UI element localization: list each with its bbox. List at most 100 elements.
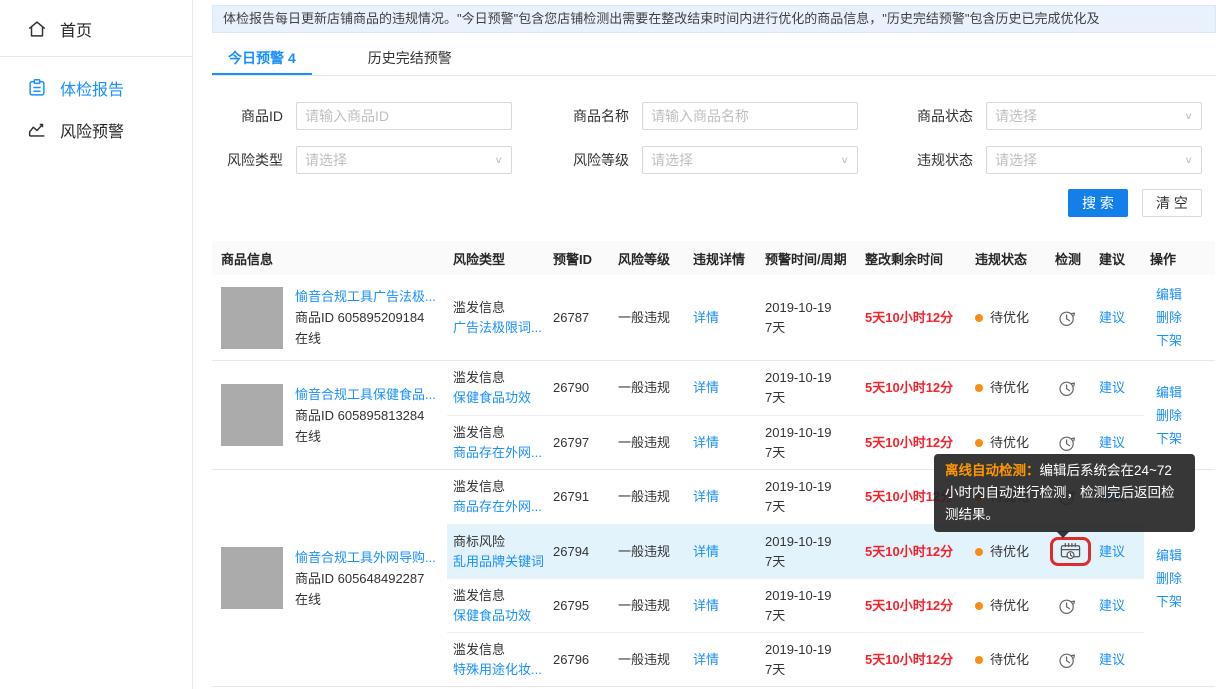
risk-row: 商标风险乱用品牌关键词26794一般违规详情2019-10-197天5天10小时…: [447, 524, 1144, 578]
main-content: 体检报告每日更新店铺商品的违规情况。"今日预警"包含您店铺检测出需要在整改结束时…: [193, 0, 1216, 689]
risk-type-cell: 滥发信息广告法极限词...: [447, 298, 547, 338]
sidebar-item-risk-warning[interactable]: 风险预警: [0, 109, 192, 151]
warning-id: 26790: [547, 378, 612, 398]
sidebar-item-report[interactable]: 体检报告: [0, 67, 192, 109]
detail-link[interactable]: 详情: [693, 652, 719, 667]
filter-select[interactable]: 请选择∨: [642, 146, 858, 174]
action-edit-link[interactable]: 编辑: [1156, 283, 1215, 306]
action-delete-link[interactable]: 删除: [1156, 567, 1215, 590]
history-clock-icon[interactable]: [1057, 378, 1077, 398]
filter-select[interactable]: 请选择∨: [986, 102, 1202, 130]
tab-history-warnings-label: 历史完结预警: [368, 50, 452, 66]
calendar-clock-icon[interactable]: [1058, 541, 1083, 562]
sidebar-item-home[interactable]: 首页: [0, 8, 192, 50]
suggestion-link[interactable]: 建议: [1099, 544, 1125, 559]
warning-time-cell: 2019-10-197天: [759, 368, 859, 408]
history-clock-icon[interactable]: [1057, 308, 1077, 328]
filter-field-3: 风险类型请选择∨: [212, 146, 512, 174]
sidebar-item-label: 首页: [60, 17, 92, 41]
actions-cell: 编辑删除下架: [1144, 361, 1215, 469]
detect-cell: [1049, 537, 1093, 566]
violation-detail-cell: 详情: [687, 378, 759, 398]
remaining-time: 5天10小时12分: [859, 308, 969, 328]
tab-bar: 今日预警4 历史完结预警: [212, 40, 1216, 76]
risk-subtype-link[interactable]: 商品存在外网...: [453, 497, 547, 517]
suggestion-cell: 建议: [1093, 596, 1144, 616]
chevron-down-icon: ∨: [494, 154, 503, 165]
risk-subtype-link[interactable]: 乱用品牌关键词: [453, 552, 547, 572]
history-clock-icon[interactable]: [1057, 433, 1077, 453]
column-header: 商品信息: [212, 249, 447, 268]
tab-today-warnings[interactable]: 今日预警4: [212, 40, 312, 75]
suggestion-link[interactable]: 建议: [1099, 380, 1125, 395]
search-button[interactable]: 搜 索: [1068, 189, 1128, 217]
product-title-link[interactable]: 愉音合规工具外网导购...: [295, 547, 436, 568]
status-text: 待优化: [990, 433, 1029, 453]
warning-period: 7天: [765, 388, 859, 408]
column-header: 违规状态: [969, 249, 1049, 268]
risk-level: 一般违规: [612, 542, 687, 562]
column-header: 预警时间/周期: [759, 249, 859, 268]
filter-select[interactable]: 请选择∨: [986, 146, 1202, 174]
action-unlist-link[interactable]: 下架: [1156, 329, 1215, 352]
detail-link[interactable]: 详情: [693, 310, 719, 325]
product-cell: 愉音合规工具外网导购...商品ID 605648492287在线: [212, 470, 447, 686]
detail-link[interactable]: 详情: [693, 380, 719, 395]
suggestion-link[interactable]: 建议: [1099, 652, 1125, 667]
warning-period: 7天: [765, 552, 859, 572]
tab-history-warnings[interactable]: 历史完结预警: [352, 40, 468, 75]
product-image-placeholder: [221, 384, 283, 446]
risk-row: 滥发信息特殊用途化妆...26796一般违规详情2019-10-197天5天10…: [447, 632, 1144, 686]
chevron-down-icon: ∨: [1184, 110, 1193, 121]
warning-period: 7天: [765, 497, 859, 517]
warning-id: 26795: [547, 596, 612, 616]
history-clock-icon[interactable]: [1057, 650, 1077, 670]
status-dot: [975, 602, 983, 610]
detail-link[interactable]: 详情: [693, 435, 719, 450]
action-delete-link[interactable]: 删除: [1156, 404, 1215, 427]
report-icon: [26, 77, 48, 99]
warning-time-cell: 2019-10-197天: [759, 298, 859, 338]
filter-text-input[interactable]: [651, 108, 849, 124]
risk-subtype-link[interactable]: 特殊用途化妆...: [453, 660, 547, 680]
warning-id: 26794: [547, 542, 612, 562]
home-icon: [26, 18, 48, 40]
filter-select[interactable]: 请选择∨: [296, 146, 512, 174]
action-delete-link[interactable]: 删除: [1156, 306, 1215, 329]
suggestion-cell: 建议: [1093, 378, 1144, 398]
action-edit-link[interactable]: 编辑: [1156, 544, 1215, 567]
table-header-row: 商品信息风险类型预警ID风险等级违规详情预警时间/周期整改剩余时间违规状态检测建…: [212, 241, 1215, 275]
risk-level: 一般违规: [612, 308, 687, 328]
risk-subtype-link[interactable]: 保健食品功效: [453, 388, 547, 408]
filter-text-input[interactable]: [305, 108, 503, 124]
risk-category: 滥发信息: [453, 477, 547, 497]
warning-date: 2019-10-19: [765, 586, 859, 606]
tab-today-warnings-label: 今日预警: [228, 50, 284, 66]
risk-subtype-link[interactable]: 保健食品功效: [453, 606, 547, 626]
status-text: 待优化: [990, 308, 1029, 328]
suggestion-link[interactable]: 建议: [1099, 310, 1125, 325]
remaining-time: 5天10小时12分: [859, 650, 969, 670]
risk-level: 一般违规: [612, 596, 687, 616]
product-title-link[interactable]: 愉音合规工具广告法极...: [295, 286, 436, 307]
filter-label: 违规状态: [917, 150, 973, 170]
action-unlist-link[interactable]: 下架: [1156, 427, 1215, 450]
sidebar-item-label: 体检报告: [60, 76, 124, 100]
clear-button[interactable]: 清 空: [1142, 189, 1202, 217]
warning-period: 7天: [765, 443, 859, 463]
history-clock-icon[interactable]: [1057, 596, 1077, 616]
suggestion-cell: 建议: [1093, 433, 1144, 453]
product-id: 商品ID 605895209184: [295, 307, 436, 328]
suggestion-link[interactable]: 建议: [1099, 435, 1125, 450]
risk-subtype-link[interactable]: 广告法极限词...: [453, 318, 547, 338]
suggestion-link[interactable]: 建议: [1099, 598, 1125, 613]
detail-link[interactable]: 详情: [693, 489, 719, 504]
violation-detail-cell: 详情: [687, 308, 759, 328]
detail-link[interactable]: 详情: [693, 598, 719, 613]
action-unlist-link[interactable]: 下架: [1156, 590, 1215, 613]
product-title-link[interactable]: 愉音合规工具保健食品...: [295, 384, 436, 405]
detail-link[interactable]: 详情: [693, 544, 719, 559]
filter-label: 商品ID: [241, 106, 283, 126]
risk-subtype-link[interactable]: 商品存在外网...: [453, 443, 547, 463]
action-edit-link[interactable]: 编辑: [1156, 381, 1215, 404]
